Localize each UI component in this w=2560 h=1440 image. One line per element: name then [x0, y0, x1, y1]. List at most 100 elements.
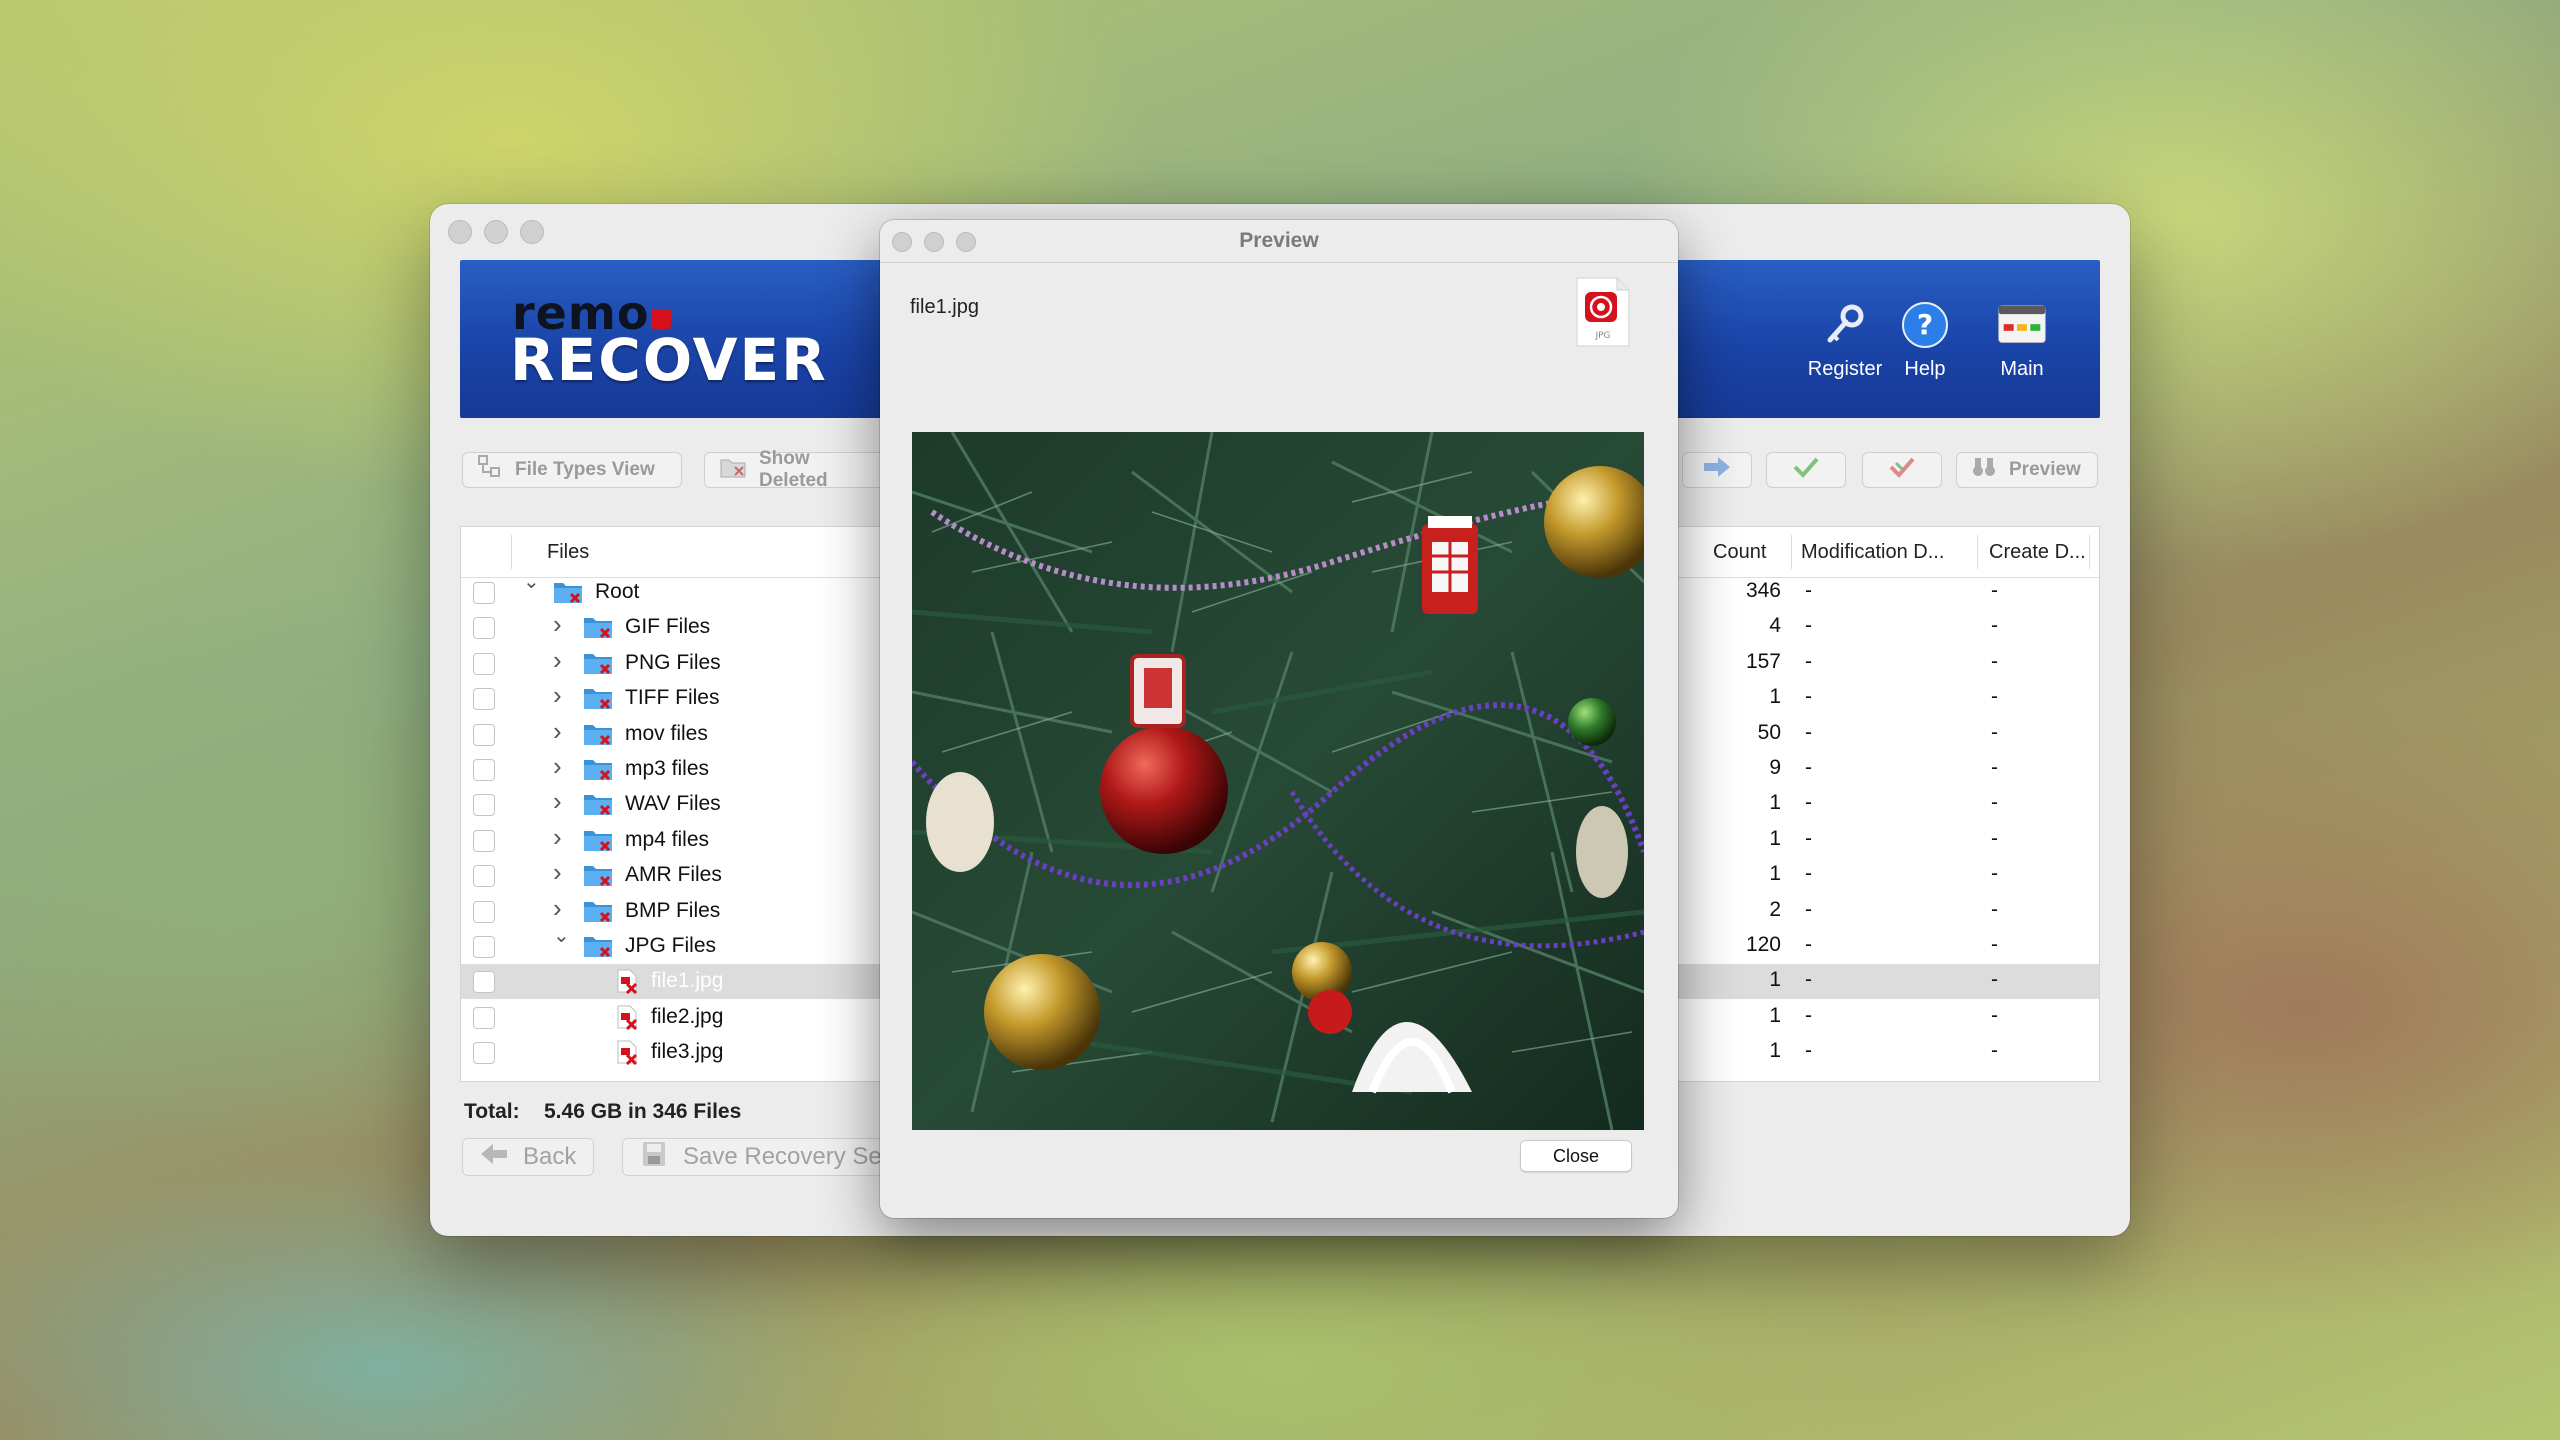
preview-button[interactable]: Preview: [1956, 452, 2098, 488]
row-checkbox[interactable]: [473, 617, 495, 640]
help-button[interactable]: ? Help: [1880, 300, 1970, 381]
chevron-right-icon[interactable]: ›: [553, 680, 562, 711]
row-modification-date: -: [1805, 1003, 1812, 1027]
row-modification-date: -: [1805, 862, 1812, 886]
row-modification-date: -: [1805, 933, 1812, 956]
partial-check-icon: [1888, 455, 1916, 485]
row-name: Root: [595, 580, 640, 603]
row-modification-date: -: [1805, 720, 1812, 744]
show-deleted-button[interactable]: Show Deleted: [704, 448, 894, 491]
chevron-right-icon[interactable]: ›: [553, 716, 562, 747]
row-checkbox[interactable]: [473, 971, 495, 994]
row-checkbox[interactable]: [473, 794, 495, 817]
back-button[interactable]: Back: [462, 1138, 594, 1176]
deleted-folder-icon: [719, 455, 747, 485]
row-count: 50: [1757, 720, 1781, 744]
row-modification-date: -: [1805, 614, 1812, 638]
row-count: 9: [1769, 756, 1781, 779]
row-checkbox[interactable]: [473, 936, 495, 958]
row-name: file1.jpg: [651, 969, 724, 993]
deleted-folder-icon: [583, 863, 613, 887]
total-label: Total:: [464, 1100, 520, 1123]
window-zoom-button[interactable]: [520, 220, 544, 244]
row-count: 1: [1769, 862, 1781, 886]
row-checkbox[interactable]: [473, 582, 495, 604]
svg-text:?: ?: [1917, 308, 1933, 341]
row-count: 1: [1769, 791, 1781, 815]
deleted-folder-icon: [583, 615, 613, 639]
preview-dialog: Preview file1.jpg JPG Close: [880, 220, 1678, 1218]
row-create-date: -: [1991, 897, 1998, 921]
deleted-folder-icon: [583, 686, 613, 710]
main-icon: [1997, 300, 2047, 350]
close-button[interactable]: Close: [1520, 1140, 1632, 1172]
row-create-date: -: [1991, 756, 1998, 779]
file-types-view-button[interactable]: File Types View: [462, 452, 682, 488]
row-name: mp3 files: [625, 757, 710, 780]
column-header-count[interactable]: Count: [1713, 527, 1766, 577]
preview-image: [912, 432, 1644, 1130]
row-checkbox[interactable]: [473, 1042, 495, 1065]
row-modification-date: -: [1805, 826, 1812, 850]
column-header-files[interactable]: Files: [547, 527, 589, 577]
row-checkbox[interactable]: [473, 865, 495, 888]
row-name: WAV Files: [625, 792, 721, 816]
register-button[interactable]: Register: [1800, 300, 1890, 381]
row-create-date: -: [1991, 1039, 1998, 1063]
column-header-modification-date[interactable]: Modification D...: [1801, 527, 1944, 577]
row-checkbox[interactable]: [473, 723, 495, 746]
row-count: 1: [1769, 1003, 1781, 1027]
row-count: 1: [1769, 968, 1781, 992]
save-session-icon: [639, 1140, 669, 1175]
preview-filename: file1.jpg: [910, 296, 979, 318]
row-checkbox[interactable]: [473, 759, 495, 781]
row-name: mov files: [625, 721, 708, 745]
row-name: JPG Files: [625, 934, 717, 957]
check-icon: [1792, 455, 1820, 485]
row-modification-date: -: [1805, 897, 1812, 921]
row-create-date: -: [1991, 614, 1998, 638]
row-create-date: -: [1991, 685, 1998, 709]
save-recovery-session-button[interactable]: Save Recovery Se: [622, 1138, 922, 1176]
row-name: AMR Files: [625, 863, 722, 887]
row-checkbox[interactable]: [473, 1006, 495, 1029]
deleted-file-icon: [615, 1039, 639, 1066]
row-modification-date: -: [1805, 791, 1812, 815]
chevron-right-icon[interactable]: ›: [553, 645, 562, 676]
row-modification-date: -: [1805, 685, 1812, 709]
row-name: GIF Files: [625, 615, 711, 639]
deleted-file-icon: [615, 968, 639, 995]
row-name: mp4 files: [625, 827, 710, 851]
key-icon: [1820, 300, 1870, 350]
chevron-down-icon[interactable]: ⌄: [553, 923, 570, 948]
chevron-right-icon[interactable]: ›: [553, 822, 562, 853]
chevron-right-icon[interactable]: ›: [553, 609, 562, 640]
next-button[interactable]: [1682, 452, 1752, 488]
chevron-down-icon[interactable]: ⌄: [523, 569, 540, 594]
arrow-left-icon: [479, 1142, 509, 1173]
chevron-right-icon[interactable]: ›: [553, 857, 562, 888]
row-create-date: -: [1991, 579, 1998, 602]
row-create-date: -: [1991, 968, 1998, 992]
row-checkbox[interactable]: [473, 652, 495, 675]
row-checkbox[interactable]: [473, 829, 495, 852]
chevron-right-icon[interactable]: ›: [553, 893, 562, 924]
arrow-right-icon: [1702, 455, 1732, 485]
deleted-file-icon: [615, 1004, 639, 1030]
chevron-right-icon[interactable]: ›: [553, 786, 562, 817]
select-all-button[interactable]: [1766, 452, 1846, 488]
row-count: 346: [1745, 579, 1781, 602]
main-button[interactable]: Main: [1977, 300, 2067, 381]
row-modification-date: -: [1805, 968, 1812, 992]
logo-recover: RECOVER: [510, 326, 828, 394]
column-header-create-date[interactable]: Create D...: [1989, 527, 2086, 577]
row-checkbox[interactable]: [473, 688, 495, 711]
deselect-button[interactable]: [1862, 452, 1942, 488]
window-minimize-button[interactable]: [484, 220, 508, 244]
row-count: 120: [1745, 933, 1781, 956]
deleted-folder-icon: [583, 899, 613, 923]
chevron-right-icon[interactable]: ›: [553, 751, 562, 782]
row-checkbox[interactable]: [473, 900, 495, 923]
window-close-button[interactable]: [448, 220, 472, 244]
row-modification-date: -: [1805, 649, 1812, 673]
